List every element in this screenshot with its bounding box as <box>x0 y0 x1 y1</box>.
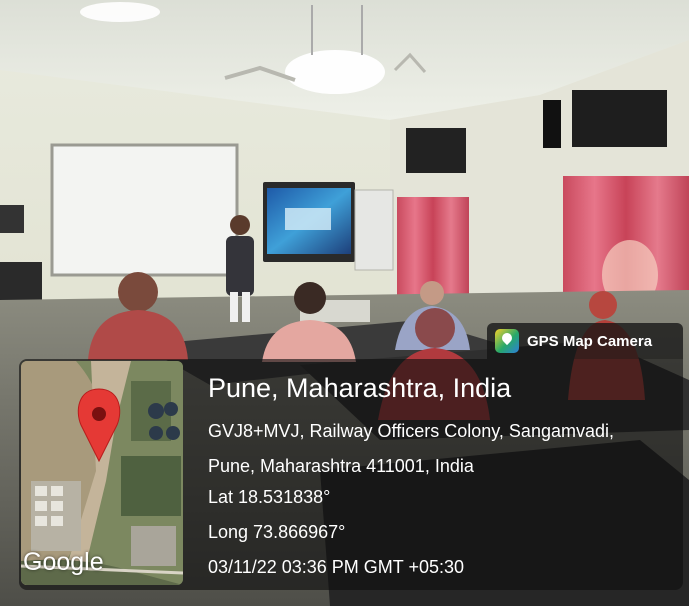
latitude: Lat 18.531838° <box>208 487 331 507</box>
longitude: Long 73.866967° <box>208 522 346 542</box>
gps-map-camera-icon <box>495 329 519 353</box>
gps-badge-label: GPS Map Camera <box>527 332 653 350</box>
gps-map-camera-badge: GPS Map Camera <box>487 323 683 359</box>
address-line-1: GVJ8+MVJ, Railway Officers Colony, Sanga… <box>208 421 614 441</box>
address-line-2: Pune, Maharashtra 411001, India <box>208 456 474 476</box>
google-watermark: Google <box>23 548 104 576</box>
location-title: Pune, Maharashtra, India <box>208 373 512 403</box>
date-time: 03/11/22 03:36 PM GMT +05:30 <box>208 557 464 577</box>
map-thumbnail: Google <box>21 361 183 585</box>
